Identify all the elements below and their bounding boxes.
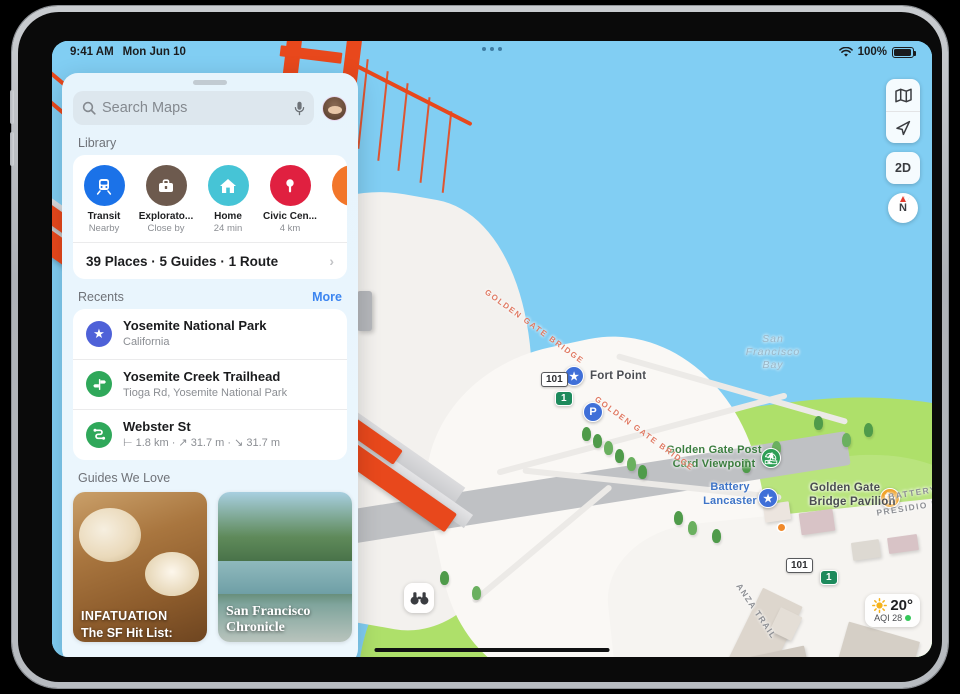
- list-item[interactable]: Webster St ⊢ 1.8 km · ↗ 31.7 m · ↘ 31.7 …: [73, 409, 347, 460]
- aqi-status-dot: [905, 615, 912, 621]
- recents-section-title: Recents: [78, 290, 124, 304]
- location-arrow-icon[interactable]: [886, 111, 920, 143]
- briefcase-icon: [145, 165, 187, 206]
- route-shield-101-upper: 101: [541, 372, 568, 387]
- list-item[interactable]: ★ Yosemite National Park California: [73, 309, 347, 359]
- recents-more-button[interactable]: More: [312, 290, 342, 304]
- search-icon: [82, 101, 96, 115]
- library-item-transit[interactable]: Transit Nearby: [73, 165, 135, 234]
- multitasking-menu-button[interactable]: [482, 47, 502, 51]
- train-icon: [83, 165, 125, 206]
- partial-icon: [331, 165, 347, 206]
- status-time: 9:41 AM: [70, 46, 114, 58]
- compass-needle-icon: [900, 196, 906, 202]
- chevron-right-icon: ›: [329, 253, 334, 269]
- recents-section-header: Recents More: [62, 279, 358, 309]
- ipad-screen: San Francisco Bay ★ Fort Point P ⛱ Golde…: [52, 41, 932, 657]
- library-item-partial[interactable]: [321, 165, 347, 234]
- star-icon: ★: [86, 320, 112, 347]
- recent-subtitle: Tioga Rd, Yosemite National Park: [123, 386, 288, 399]
- weather-temperature: 20°: [890, 597, 913, 614]
- library-summary-text: 39 Places · 5 Guides · 1 Route: [86, 253, 279, 269]
- route-shield-101-lower: 101: [786, 558, 813, 573]
- library-item-civic-center[interactable]: Civic Cen... 4 km: [259, 165, 321, 234]
- ipad-device-frame: San Francisco Bay ★ Fort Point P ⛱ Golde…: [10, 6, 948, 688]
- search-row: Search Maps: [62, 85, 358, 125]
- guide-card-sf-chronicle[interactable]: San Francisco Chronicle: [218, 491, 352, 642]
- binoculars-icon: [410, 591, 429, 606]
- guide-brand: San Francisco Chronicle: [226, 603, 311, 635]
- map-label-bridge-pavilion: Golden Gate Bridge Pavilion: [809, 482, 896, 509]
- wifi-icon: [838, 46, 853, 58]
- library-card: Transit Nearby Explorato... Close by Hom…: [73, 155, 347, 279]
- library-item-label: Civic Cen...: [263, 211, 317, 222]
- map-dimension-group: 2D: [886, 152, 920, 184]
- recent-subtitle: California: [123, 336, 170, 349]
- trail-sign-icon: [86, 371, 112, 398]
- weather-aqi-label: AQI 28: [874, 613, 903, 623]
- compass-button[interactable]: N: [888, 193, 918, 223]
- library-item-exploratorium[interactable]: Explorato... Close by: [135, 165, 197, 234]
- map-controls: 2D N: [886, 79, 920, 223]
- map-label-san-francisco-bay: San Francisco Bay: [745, 333, 801, 372]
- search-input[interactable]: Search Maps: [73, 91, 314, 125]
- list-item[interactable]: Yosemite Creek Trailhead Tioga Rd, Yosem…: [73, 358, 347, 410]
- guide-title: The SF Hit List:: [81, 625, 173, 640]
- look-around-button[interactable]: [404, 583, 434, 613]
- map-label-battery-lancaster: Battery Lancaster: [703, 481, 757, 507]
- recents-card: ★ Yosemite National Park California Yose…: [73, 309, 347, 460]
- recent-title: Yosemite National Park: [123, 318, 267, 333]
- recent-title: Webster St: [123, 419, 191, 435]
- recent-title: Yosemite Creek Trailhead: [123, 368, 281, 384]
- guide-card-infatuation[interactable]: INFATUATION The SF Hit List:: [73, 491, 207, 642]
- library-section-title: Library: [78, 136, 117, 150]
- screen-bezel: San Francisco Bay ★ Fort Point P ⛱ Golde…: [18, 12, 942, 682]
- route-shield-1-lower: 1: [820, 570, 838, 585]
- library-item-sublabel: 4 km: [279, 223, 301, 234]
- microphone-icon[interactable]: [294, 101, 305, 116]
- guides-row[interactable]: INFATUATION The SF Hit List: San Francis…: [62, 491, 358, 642]
- home-indicator[interactable]: [374, 648, 610, 652]
- library-item-label: Home: [214, 211, 242, 222]
- pin-icon: [269, 165, 311, 206]
- library-item-sublabel: Close by: [147, 223, 185, 234]
- library-items-row[interactable]: Transit Nearby Explorato... Close by Hom…: [73, 155, 347, 242]
- battery-percent-label: 100%: [857, 46, 887, 58]
- weather-widget[interactable]: 20° AQI 28: [865, 594, 920, 627]
- map-control-group: [886, 79, 920, 143]
- route-shield-1-upper: 1: [555, 391, 573, 406]
- route-icon: [86, 421, 112, 448]
- map-label-fort-point: Fort Point: [590, 370, 647, 382]
- sun-icon: [872, 598, 888, 613]
- library-item-sublabel: Nearby: [88, 223, 120, 234]
- volume-down-button[interactable]: [10, 132, 14, 166]
- dimension-toggle-button[interactable]: 2D: [886, 152, 920, 184]
- library-item-label: Explorato...: [138, 211, 194, 222]
- house-icon: [207, 165, 249, 206]
- search-placeholder: Search Maps: [102, 100, 188, 116]
- library-item-label: Transit: [87, 211, 121, 222]
- status-date: Mon Jun 10: [122, 46, 186, 58]
- library-summary-row[interactable]: 39 Places · 5 Guides · 1 Route ›: [73, 242, 347, 279]
- battery-lancaster-marker[interactable]: ★: [758, 488, 778, 508]
- status-bar: 9:41 AM Mon Jun 10 100%: [52, 41, 932, 63]
- avatar[interactable]: [322, 95, 347, 121]
- library-item-home[interactable]: Home 24 min: [197, 165, 259, 234]
- maps-sidebar: Search Maps Library Transit Nearby Explo…: [62, 73, 358, 657]
- library-item-sublabel: 24 min: [213, 223, 243, 234]
- recent-subtitle: ⊢ 1.8 km · ↗ 31.7 m · ↘ 31.7 m: [123, 437, 281, 450]
- map-icon[interactable]: [886, 79, 920, 111]
- battery-icon: [892, 46, 916, 58]
- volume-up-button[interactable]: [10, 90, 14, 124]
- guides-section-title: Guides We Love: [78, 470, 171, 485]
- guide-brand: INFATUATION: [81, 608, 168, 623]
- viewpoint-marker[interactable]: ⛱: [761, 448, 781, 468]
